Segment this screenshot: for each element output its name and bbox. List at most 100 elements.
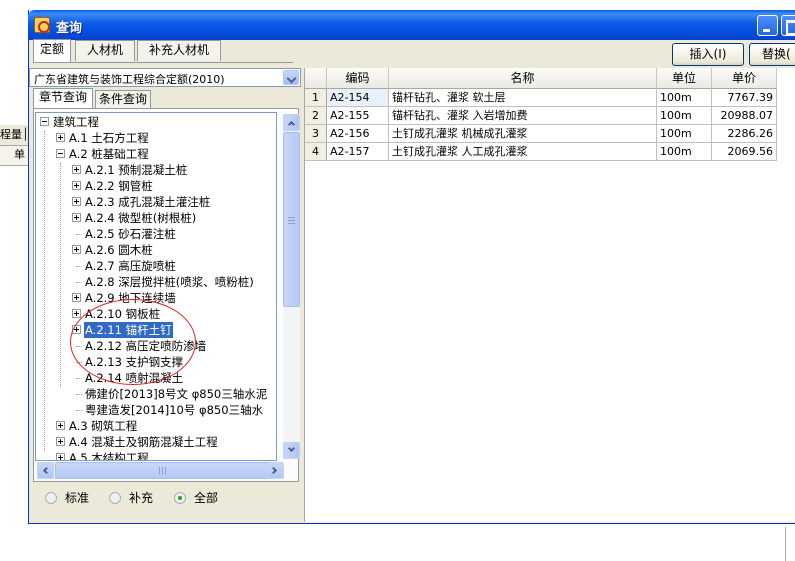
tree-vertical-scrollbar[interactable] (283, 114, 300, 459)
collapse-icon[interactable] (40, 117, 49, 126)
quota-library-value: 广东省建筑与装饰工程综合定额(2010) (34, 73, 225, 86)
app-icon (34, 17, 50, 33)
annotation-circle (70, 299, 196, 385)
expand-icon[interactable] (72, 165, 81, 174)
tree-node[interactable]: A.3 砌筑工程 (36, 418, 276, 434)
tree-node[interactable]: A.2.3 成孔混凝土灌注桩 (36, 194, 276, 210)
quota-library-select[interactable]: 广东省建筑与装饰工程综合定额(2010) (29, 68, 301, 87)
expand-icon[interactable] (56, 453, 65, 460)
cell-price[interactable]: 2286.26 (712, 125, 777, 143)
minimize-button[interactable] (757, 15, 778, 36)
cell-price[interactable]: 20988.07 (712, 107, 777, 125)
tab-condition-search-label: 条件查询 (98, 92, 147, 106)
expand-icon[interactable] (72, 293, 81, 302)
replace-button[interactable]: 替换( (749, 43, 795, 66)
maximize-button[interactable] (781, 15, 795, 36)
tree-connector (76, 378, 82, 379)
tree-connector (76, 394, 82, 395)
column-header-code-label: 编码 (345, 71, 370, 85)
tree-node[interactable]: 粤建造发[2014]10号 φ850三轴水 (36, 402, 276, 418)
cell-code[interactable]: A2-154 (327, 89, 389, 107)
expand-icon[interactable] (56, 133, 65, 142)
cell-name[interactable]: 锚杆钻孔、灌浆 入岩增加费 (389, 107, 657, 125)
tree-node[interactable]: A.2.7 高压旋喷桩 (36, 258, 276, 274)
tree-node-label: A.2.5 砂石灌注桩 (85, 227, 176, 241)
tree-node[interactable]: A.1 土石方工程 (36, 130, 276, 146)
tab-divider (33, 62, 293, 63)
tree-node[interactable]: A.2 桩基础工程 (36, 146, 276, 162)
tab-quota[interactable]: 定额 (33, 39, 71, 62)
expand-icon[interactable] (56, 437, 65, 446)
grid-corner (305, 68, 327, 89)
expand-icon[interactable] (56, 421, 65, 430)
cell-code[interactable]: A2-156 (327, 125, 389, 143)
cell-unit[interactable]: 100m (657, 125, 712, 143)
scroll-thumb-horizontal[interactable] (55, 462, 270, 479)
tree-node[interactable]: A.2.2 钢管桩 (36, 178, 276, 194)
scroll-left-button[interactable] (37, 462, 54, 479)
cell-code[interactable]: A2-157 (327, 143, 389, 161)
tree-node[interactable]: A.2.8 深层搅拌桩(喷浆、喷粉桩) (36, 274, 276, 290)
tree-node[interactable]: 建筑工程 (36, 114, 276, 130)
cell-price[interactable]: 7767.39 (712, 89, 777, 107)
cell-unit[interactable]: 100m (657, 89, 712, 107)
tree-node[interactable]: A.2.1 预制混凝土桩 (36, 162, 276, 178)
scroll-thumb[interactable] (283, 132, 300, 307)
radio-circle (109, 492, 121, 504)
collapse-icon[interactable] (56, 149, 65, 158)
tree-node[interactable]: A.2.4 微型桩(树根桩) (36, 210, 276, 226)
replace-button-label: 替换( (762, 47, 791, 61)
tab-labor-material-machine-label: 人材机 (86, 43, 123, 57)
tab-condition-search[interactable]: 条件查询 (95, 90, 151, 108)
tree-horizontal-scrollbar[interactable] (37, 462, 284, 479)
tab-chapter-search[interactable]: 章节查询 (33, 88, 93, 109)
expand-icon[interactable] (72, 197, 81, 206)
expand-icon[interactable] (72, 245, 81, 254)
column-header-name[interactable]: 名称 (389, 68, 657, 89)
cell-name[interactable]: 锚杆钻孔、灌浆 软土层 (389, 89, 657, 107)
tree-node-label: A.2.6 圆木桩 (85, 243, 153, 257)
expand-icon[interactable] (72, 309, 81, 318)
chevron-right-icon (269, 466, 278, 475)
tree-connector (76, 410, 82, 411)
tree-node[interactable]: A.2.6 圆木桩 (36, 242, 276, 258)
cell-unit[interactable]: 100m (657, 107, 712, 125)
background-toolbar-text: 程量│ (0, 128, 29, 141)
cell-name[interactable]: 土钉成孔灌浆 机械成孔灌浆 (389, 125, 657, 143)
tab-quota-label: 定额 (39, 42, 64, 56)
tab-supplement-label: 补充人材机 (148, 43, 209, 57)
row-number[interactable]: 4 (305, 143, 327, 161)
column-header-unit[interactable]: 单位 (657, 68, 712, 89)
filter-standard-label: 标准 (65, 491, 90, 505)
background-column-text: 单 (14, 148, 25, 161)
tree-node[interactable]: A.5 木结构工程 (36, 450, 276, 460)
grip-line (165, 467, 166, 474)
row-number[interactable]: 2 (305, 107, 327, 125)
scroll-right-button[interactable] (267, 462, 284, 479)
tree-node-label: 建筑工程 (53, 115, 99, 129)
chapter-tree[interactable]: 建筑工程 A.1 土石方工程 A.2 桩基础工程 A.2.1 预制混凝土桩 A.2.2 … (35, 112, 277, 461)
scroll-up-button[interactable] (283, 114, 300, 131)
cell-code[interactable]: A2-155 (327, 107, 389, 125)
chevron-up-icon (287, 120, 296, 129)
insert-button[interactable]: 插入(I) (672, 43, 744, 66)
expand-icon[interactable] (72, 181, 81, 190)
column-header-code[interactable]: 编码 (327, 68, 389, 89)
cell-price[interactable]: 2069.56 (712, 143, 777, 161)
column-header-name-label: 名称 (510, 71, 535, 85)
scroll-down-button[interactable] (283, 442, 300, 459)
cell-unit[interactable]: 100m (657, 143, 712, 161)
row-number[interactable]: 3 (305, 125, 327, 143)
tab-labor-material-machine[interactable]: 人材机 (75, 40, 135, 61)
row-number[interactable]: 1 (305, 89, 327, 107)
cell-name[interactable]: 土钉成孔灌浆 人工成孔灌浆 (389, 143, 657, 161)
tree-node[interactable]: A.2.5 砂石灌注桩 (36, 226, 276, 242)
tree-node[interactable]: A.4 混凝土及钢筋混凝土工程 (36, 434, 276, 450)
chevron-down-icon[interactable] (283, 70, 299, 85)
expand-icon[interactable] (72, 213, 81, 222)
title-bar[interactable]: 查询 (28, 10, 795, 40)
query-window: 查询 定额 人材机 补充人材机 插入(I) 替换( 广东省建筑与装饰工程综合定额… (28, 10, 795, 524)
tab-supplement[interactable]: 补充人材机 (137, 40, 221, 61)
column-header-price[interactable]: 单价 (712, 68, 777, 89)
tree-node[interactable]: 佛建价[2013]8号文 φ850三轴水泥 (36, 386, 276, 402)
